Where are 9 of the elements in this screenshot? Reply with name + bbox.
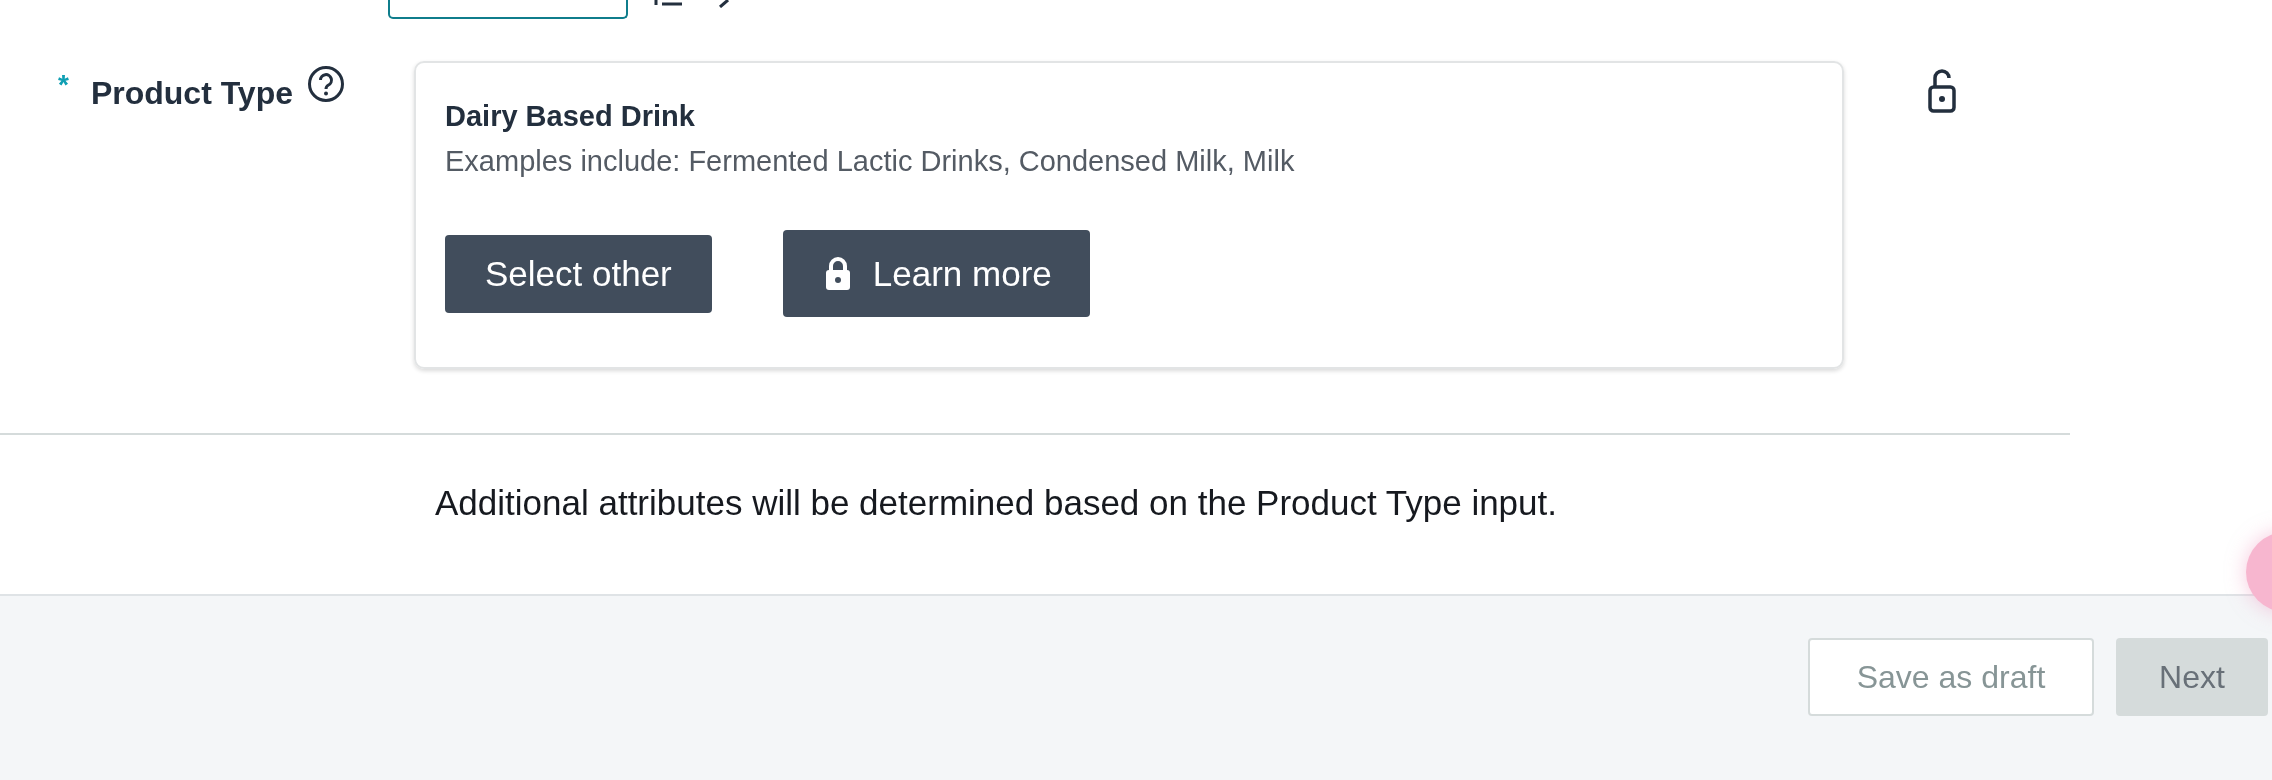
help-icon[interactable] xyxy=(307,65,345,103)
product-type-description: Examples include: Fermented Lactic Drinks, Condensed Milk, Milk xyxy=(445,145,1296,178)
learn-more-button[interactable]: Learn more xyxy=(782,230,1090,317)
select-other-button[interactable]: Select other xyxy=(445,234,712,313)
unlocked-lock-icon[interactable] xyxy=(1928,69,1956,113)
required-mark: * xyxy=(58,69,69,101)
field-label: Product Type xyxy=(90,74,293,112)
product-type-title: Dairy Based Drink xyxy=(445,100,696,133)
info-text: Additional attributes will be determined based on the Product Type input. xyxy=(435,483,1557,523)
